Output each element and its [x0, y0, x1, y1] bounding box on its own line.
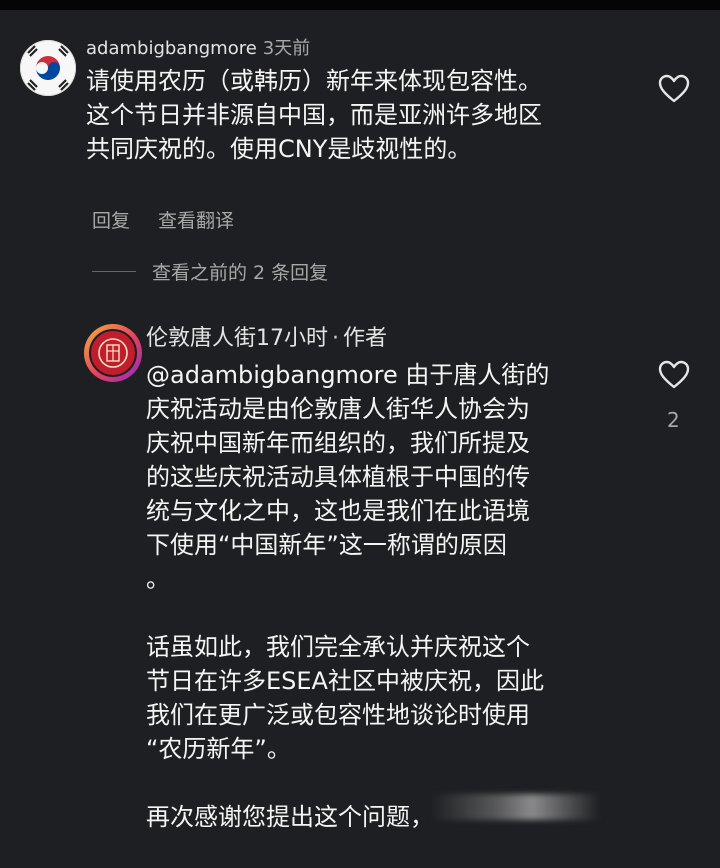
reply-line: 。	[146, 565, 170, 593]
reply-line: “农历新年”。	[146, 735, 291, 763]
like-count: 2	[667, 408, 680, 432]
avatar-user[interactable]	[20, 40, 76, 96]
reply-paragraph-2: 话虽如此，我们完全承认并庆祝这个 节日在许多ESEA社区中被庆祝，因此 我们在更…	[146, 630, 636, 766]
reply-line: 统与文化之中，这也是我们在此语境	[146, 497, 530, 525]
comment-line: 这个节日并非源自中国，而是亚洲许多地区	[86, 101, 542, 129]
reply-text: @adambigbangmore 由于唐人街的 庆祝活动是由伦敦唐人街华人协会为…	[146, 358, 636, 834]
avatar-author[interactable]	[84, 324, 142, 382]
reply-line: 节日在许多ESEA社区中被庆祝，因此	[146, 667, 544, 695]
reply-line: 庆祝中国新年而组织的，我们所提及	[146, 429, 530, 457]
top-bar	[0, 0, 720, 10]
comment-meta: adambigbangmore 3天前	[86, 34, 646, 60]
comment-username[interactable]: adambigbangmore	[86, 38, 257, 59]
see-translation-button[interactable]: 查看翻译	[158, 206, 234, 233]
reply-button[interactable]: 回复	[92, 206, 130, 233]
reply-meta: 伦敦唐人街17小时 · 作者	[146, 320, 636, 352]
comment-line: 请使用农历（或韩历）新年来体现包容性。	[86, 67, 542, 95]
reply-line: 的这些庆祝活动具体植根于中国的传	[146, 463, 530, 491]
reply-username[interactable]: 伦敦唐人街	[146, 326, 256, 351]
south-korea-flag-icon	[21, 41, 75, 95]
reply-line: 下使用“中国新年”这一称谓的原因	[146, 531, 507, 559]
reply-line: 我们在更广泛或包容性地谈论时使用	[146, 701, 530, 729]
view-previous-replies-label: 查看之前的 2 条回复	[152, 262, 329, 284]
divider-line	[92, 271, 136, 272]
view-previous-replies[interactable]: 查看之前的 2 条回复	[92, 258, 328, 285]
meta-separator: ·	[332, 326, 340, 351]
author-badge: 作者	[343, 326, 388, 351]
reply-line: @adambigbangmore 由于唐人街的	[146, 361, 550, 389]
comment: adambigbangmore 3天前 请使用农历（或韩历）新年来体现包容性。 这…	[86, 34, 646, 166]
reply-time: 17小时	[256, 326, 329, 351]
comment-text: 请使用农历（或韩历）新年来体现包容性。 这个节日并非源自中国，而是亚洲许多地区 …	[86, 64, 646, 166]
author-reply: 伦敦唐人街17小时 · 作者 @adambigbangmore 由于唐人街的 庆祝活…	[146, 320, 636, 868]
heart-outline-icon[interactable]	[658, 360, 690, 390]
comment-line: 共同庆祝的。使用CNY是歧视性的。	[86, 135, 472, 163]
chinatown-seal-icon	[89, 329, 137, 377]
reply-paragraph-1: @adambigbangmore 由于唐人街的 庆祝活动是由伦敦唐人街华人协会为…	[146, 358, 636, 596]
blurred-text-overlay	[430, 794, 600, 820]
reply-line: 话虽如此，我们完全承认并庆祝这个	[146, 633, 530, 661]
comment-time: 3天前	[262, 38, 311, 59]
comment-actions: 回复 查看翻译	[92, 206, 234, 233]
reply-line: 庆祝活动是由伦敦唐人街华人协会为	[146, 395, 530, 423]
heart-outline-icon[interactable]	[658, 74, 690, 104]
